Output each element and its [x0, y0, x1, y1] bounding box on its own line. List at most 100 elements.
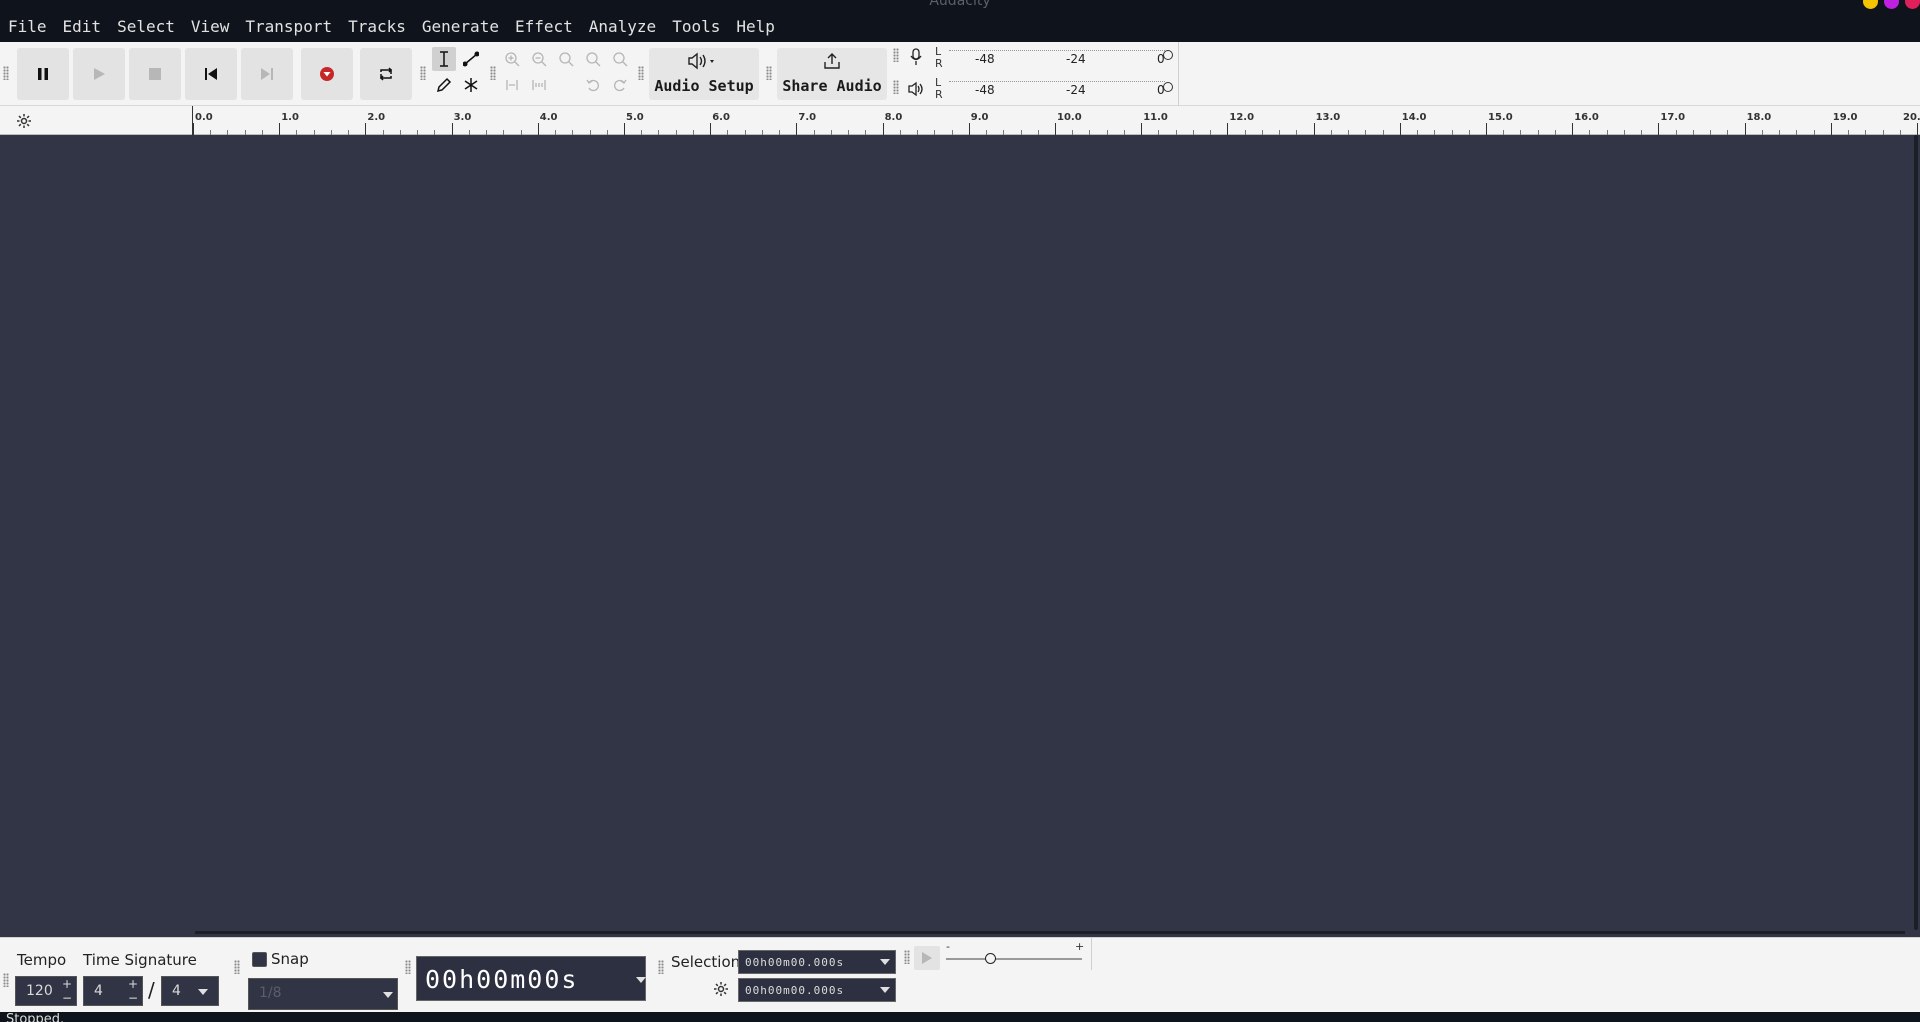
record-button[interactable]: [301, 48, 353, 100]
vertical-scrollbar[interactable]: [1914, 135, 1918, 930]
timeline-options-button[interactable]: [13, 110, 35, 132]
playback-speed-thumb[interactable]: [985, 953, 996, 964]
play-icon: [94, 68, 105, 80]
selection-grip[interactable]: [658, 960, 664, 974]
speaker-meter-icon[interactable]: [907, 81, 925, 97]
timeline-ruler[interactable]: 0.0 1.0 2.0 3.0 4.0 5.0 6.0 7.0 8.0 9.0 10.0 11.0 12…: [0, 106, 1920, 135]
play-at-speed-grip[interactable]: [904, 950, 910, 964]
menu-file[interactable]: File: [0, 14, 55, 40]
track-area[interactable]: [0, 135, 1920, 937]
share-audio-label: Share Audio: [782, 77, 882, 95]
envelope-tool[interactable]: [459, 47, 483, 71]
toolbar-divider: [1178, 42, 1179, 106]
playback-meter-grip[interactable]: [893, 80, 899, 94]
ruler-tick-label: 19.0: [1832, 112, 1858, 123]
zoom-toggle-icon: [613, 52, 628, 67]
ruler-tick-label: 6.0: [712, 112, 730, 123]
tempo-label: Tempo: [17, 951, 67, 969]
edit-grip[interactable]: [490, 66, 496, 80]
menu-transport[interactable]: Transport: [237, 14, 340, 40]
skip-end-icon: [261, 68, 273, 80]
share-audio-grip[interactable]: [766, 66, 772, 80]
ruler-tick-label: 10.0: [1057, 112, 1082, 123]
fit-project-icon: [586, 52, 601, 67]
silence-button[interactable]: [527, 73, 551, 97]
time-signature-numerator[interactable]: 4 + −: [83, 976, 143, 1006]
selection-start-field[interactable]: 00h00m00.000s: [738, 950, 896, 974]
timeline-ticks[interactable]: 0.0 1.0 2.0 3.0 4.0 5.0 6.0 7.0 8.0 9.0 10.0 11.0 12…: [192, 106, 1920, 135]
ruler-tick-label: 9.0: [970, 112, 989, 123]
redo-button[interactable]: [608, 73, 632, 97]
chevron-down-icon: [636, 977, 646, 983]
tempo-field[interactable]: 120 + −: [15, 976, 77, 1006]
play-at-speed-button[interactable]: [914, 946, 940, 970]
snap-dropdown[interactable]: 1/8: [248, 978, 398, 1010]
toolbar-grip[interactable]: [3, 66, 9, 80]
trim-button[interactable]: [500, 73, 524, 97]
record-meter-clip-indicator[interactable]: [1163, 50, 1173, 60]
menu-select[interactable]: Select: [109, 14, 183, 40]
selection-options-button[interactable]: [710, 978, 732, 1000]
numerator-stepper[interactable]: + −: [126, 977, 140, 1005]
menu-generate[interactable]: Generate: [414, 14, 507, 40]
menu-help[interactable]: Help: [728, 14, 783, 40]
skip-to-start-button[interactable]: [185, 48, 237, 100]
playback-meter[interactable]: LR -48 -24 0: [935, 76, 1175, 106]
zoom-out-button[interactable]: [527, 47, 551, 71]
microphone-icon[interactable]: [909, 48, 923, 66]
loop-button[interactable]: [360, 48, 412, 100]
share-audio-button[interactable]: Share Audio: [777, 48, 887, 100]
record-icon: [320, 67, 334, 81]
menu-analyze[interactable]: Analyze: [581, 14, 664, 40]
zoom-toggle-button[interactable]: [608, 47, 632, 71]
ruler-major-tick: [451, 123, 453, 135]
draw-tool[interactable]: [432, 73, 456, 97]
maximize-button[interactable]: [1884, 0, 1899, 9]
ruler-major-tick: [1830, 123, 1832, 135]
menu-tools[interactable]: Tools: [664, 14, 728, 40]
stop-button[interactable]: [129, 48, 181, 100]
snap-checkbox[interactable]: [252, 952, 267, 967]
ruler-major-tick: [1227, 123, 1229, 135]
pause-button[interactable]: [17, 48, 69, 100]
tempo-grip[interactable]: [3, 973, 9, 987]
selection-tool[interactable]: [432, 47, 456, 71]
fit-selection-button[interactable]: [554, 47, 578, 71]
menu-view[interactable]: View: [183, 14, 238, 40]
tools-grip[interactable]: [420, 66, 426, 80]
record-meter[interactable]: LR -48 -24 0: [935, 45, 1175, 75]
multi-tool[interactable]: [459, 73, 483, 97]
time-display[interactable]: 00h00m00s: [416, 956, 646, 1001]
time-signature-denominator[interactable]: 4: [161, 976, 219, 1006]
selection-end-field[interactable]: 00h00m00.000s: [738, 978, 896, 1002]
audio-setup-grip[interactable]: [638, 66, 644, 80]
ruler-major-tick: [1744, 123, 1746, 135]
zoom-in-button[interactable]: [500, 47, 524, 71]
record-meter-grip[interactable]: [893, 48, 899, 62]
window-controls: [1863, 0, 1920, 9]
record-meter-tick: -24: [1066, 52, 1086, 66]
audio-setup-button[interactable]: Audio Setup: [649, 48, 759, 100]
time-grip[interactable]: [405, 960, 411, 974]
menu-tracks[interactable]: Tracks: [340, 14, 414, 40]
playback-meter-clip-indicator[interactable]: [1163, 82, 1173, 92]
ruler-major-tick: [1917, 123, 1918, 135]
denominator-value: 4: [172, 983, 181, 999]
horizontal-scrollbar[interactable]: [195, 931, 1905, 934]
skip-to-end-button[interactable]: [241, 48, 293, 100]
playback-speed-slider[interactable]: [946, 958, 1082, 960]
fit-project-button[interactable]: [581, 47, 605, 71]
ruler-major-tick: [882, 123, 884, 135]
menu-effect[interactable]: Effect: [507, 14, 581, 40]
menu-edit[interactable]: Edit: [55, 14, 110, 40]
close-button[interactable]: [1905, 0, 1920, 9]
undo-button[interactable]: [581, 73, 605, 97]
tempo-stepper[interactable]: + −: [60, 977, 74, 1005]
snap-grip[interactable]: [234, 960, 240, 974]
skip-start-icon: [205, 68, 217, 80]
chevron-down-icon: [383, 992, 393, 998]
minimize-button[interactable]: [1863, 0, 1878, 9]
playback-meter-tick: -48: [975, 83, 995, 97]
play-button[interactable]: [73, 48, 125, 100]
pencil-icon: [436, 77, 452, 93]
